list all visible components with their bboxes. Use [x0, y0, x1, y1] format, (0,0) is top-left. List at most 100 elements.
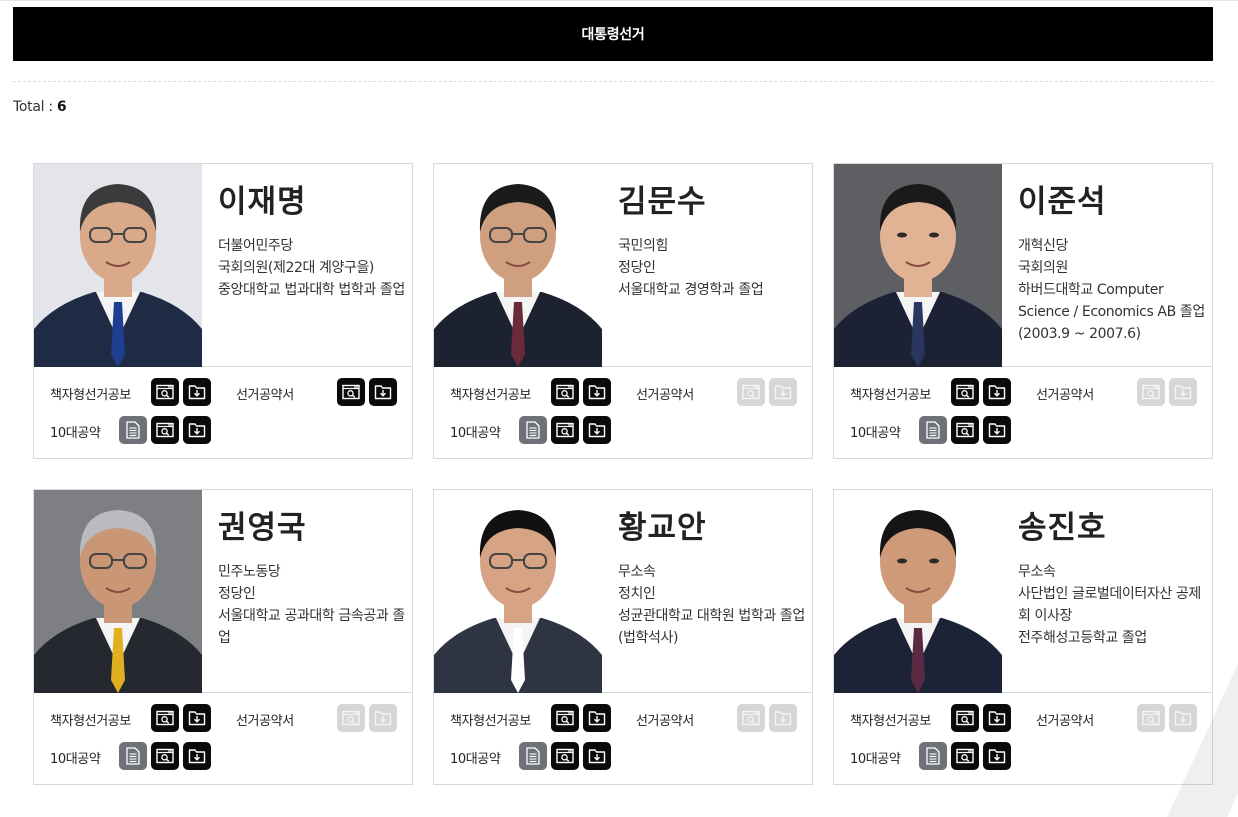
booklet-row: 책자형선거공보 선거공약서	[434, 374, 812, 412]
candidate-description: 국민의힘 정당인 서울대학교 경영학과 졸업	[618, 235, 808, 301]
top10-download-button[interactable]	[583, 416, 611, 444]
candidate-name: 송진호	[1018, 510, 1107, 546]
pledge-book-label: 선거공약서	[636, 714, 694, 729]
booklet-view-button[interactable]	[551, 378, 579, 406]
document-view-icon	[742, 384, 760, 400]
booklet-view-button[interactable]	[551, 704, 579, 732]
top10-view-button[interactable]	[151, 416, 179, 444]
top10-view-button[interactable]	[151, 742, 179, 770]
booklet-row: 책자형선거공보 선거공약서	[34, 374, 412, 412]
top10-row: 10대공약	[434, 738, 812, 776]
document-view-icon	[556, 748, 574, 764]
candidate-description: 무소속 정치인 성균관대학교 대학원 법학과 졸업(법학석사)	[618, 561, 808, 649]
candidate-info: 이재명 더불어민주당 국회의원(제22대 계양구을) 중앙대학교 법과대학 법학과 …	[218, 182, 408, 301]
top10-download-button[interactable]	[183, 416, 211, 444]
booklet-download-button[interactable]	[183, 378, 211, 406]
candidate-profile: 권영국 민주노동당 정당인 서울대학교 공과대학 금속공과 졸업	[34, 490, 412, 693]
candidate-name: 김문수	[618, 184, 707, 220]
document-view-icon	[556, 384, 574, 400]
top10-text-button[interactable]	[919, 742, 947, 770]
top10-row: 10대공약	[834, 412, 1212, 450]
top10-download-button[interactable]	[583, 742, 611, 770]
pledge-book-view-button	[337, 704, 365, 732]
total-count: Total : 6	[13, 99, 67, 115]
candidate-name: 권영국	[218, 510, 307, 546]
top-rule	[0, 0, 1238, 3]
candidate-name: 황교안	[618, 510, 707, 546]
booklet-row: 책자형선거공보 선거공약서	[34, 700, 412, 738]
document-view-icon	[956, 422, 974, 438]
tab-presidential-election[interactable]: 대통령선거	[13, 7, 1213, 61]
candidate-photo	[434, 164, 602, 367]
top10-download-button[interactable]	[183, 742, 211, 770]
pledge-book-download-button	[769, 704, 797, 732]
booklet-label: 책자형선거공보	[450, 714, 531, 729]
pledge-book-label: 선거공약서	[1036, 388, 1094, 403]
booklet-row: 책자형선거공보 선거공약서	[834, 374, 1212, 412]
document-view-icon	[1142, 384, 1160, 400]
candidate-description-line: 정당인	[618, 260, 656, 276]
download-icon	[588, 748, 606, 764]
pledge-book-view-button	[1137, 378, 1165, 406]
download-icon	[188, 748, 206, 764]
top10-row: 10대공약	[34, 412, 412, 450]
candidate-photo	[34, 490, 202, 693]
text-document-icon	[126, 421, 140, 439]
text-document-icon	[926, 421, 940, 439]
top10-download-button[interactable]	[983, 416, 1011, 444]
candidate-description-line: 서울대학교 공과대학 금속공과 졸업	[218, 608, 405, 646]
document-view-icon	[156, 422, 174, 438]
top10-text-button[interactable]	[519, 416, 547, 444]
candidate-card-5: 황교안 무소속 정치인 성균관대학교 대학원 법학과 졸업(법학석사) 책자형선거공…	[433, 489, 813, 785]
document-view-icon	[342, 710, 360, 726]
top10-text-button[interactable]	[519, 742, 547, 770]
download-icon	[374, 384, 392, 400]
top10-download-button[interactable]	[983, 742, 1011, 770]
booklet-row: 책자형선거공보 선거공약서	[434, 700, 812, 738]
top10-text-button[interactable]	[119, 742, 147, 770]
candidate-description-line: 서울대학교 경영학과 졸업	[618, 282, 764, 298]
pledge-book-label: 선거공약서	[636, 388, 694, 403]
download-icon	[774, 710, 792, 726]
pledge-book-label: 선거공약서	[236, 388, 294, 403]
candidate-description: 더불어민주당 국회의원(제22대 계양구을) 중앙대학교 법과대학 법학과 졸업	[218, 235, 408, 301]
booklet-view-button[interactable]	[951, 704, 979, 732]
candidate-description-line: 무소속	[618, 564, 656, 580]
candidate-profile: 황교안 무소속 정치인 성균관대학교 대학원 법학과 졸업(법학석사)	[434, 490, 812, 693]
download-icon	[588, 710, 606, 726]
booklet-download-button[interactable]	[983, 378, 1011, 406]
booklet-download-button[interactable]	[583, 704, 611, 732]
candidate-profile: 이재명 더불어민주당 국회의원(제22대 계양구을) 중앙대학교 법과대학 법학과 …	[34, 164, 412, 367]
download-icon	[588, 384, 606, 400]
booklet-download-button[interactable]	[183, 704, 211, 732]
candidate-info: 권영국 민주노동당 정당인 서울대학교 공과대학 금속공과 졸업	[218, 508, 408, 649]
candidate-card-1: 이재명 더불어민주당 국회의원(제22대 계양구을) 중앙대학교 법과대학 법학과 …	[33, 163, 413, 459]
top10-view-button[interactable]	[551, 742, 579, 770]
pledge-book-download-button	[369, 704, 397, 732]
booklet-view-button[interactable]	[151, 704, 179, 732]
top10-view-button[interactable]	[951, 416, 979, 444]
booklet-download-button[interactable]	[983, 704, 1011, 732]
top10-view-button[interactable]	[551, 416, 579, 444]
booklet-view-button[interactable]	[151, 378, 179, 406]
document-view-icon	[742, 710, 760, 726]
candidate-info: 황교안 무소속 정치인 성균관대학교 대학원 법학과 졸업(법학석사)	[618, 508, 808, 649]
top10-view-button[interactable]	[951, 742, 979, 770]
divider	[13, 81, 1213, 82]
candidate-card-4: 권영국 민주노동당 정당인 서울대학교 공과대학 금속공과 졸업 책자형선거공보 선…	[33, 489, 413, 785]
top10-text-button[interactable]	[919, 416, 947, 444]
document-view-icon	[956, 748, 974, 764]
document-view-icon	[556, 710, 574, 726]
document-view-icon	[556, 422, 574, 438]
pledge-book-view-button[interactable]	[337, 378, 365, 406]
candidate-profile: 김문수 국민의힘 정당인 서울대학교 경영학과 졸업	[434, 164, 812, 367]
download-icon	[1174, 384, 1192, 400]
top10-text-button[interactable]	[119, 416, 147, 444]
candidate-info: 이준석 개혁신당 국회의원 하버드대학교 Computer Science / Ec…	[1018, 182, 1208, 345]
pledge-book-download-button[interactable]	[369, 378, 397, 406]
download-icon	[374, 710, 392, 726]
document-view-icon	[342, 384, 360, 400]
candidate-description-line: 더불어민주당	[218, 238, 293, 254]
booklet-view-button[interactable]	[951, 378, 979, 406]
booklet-download-button[interactable]	[583, 378, 611, 406]
